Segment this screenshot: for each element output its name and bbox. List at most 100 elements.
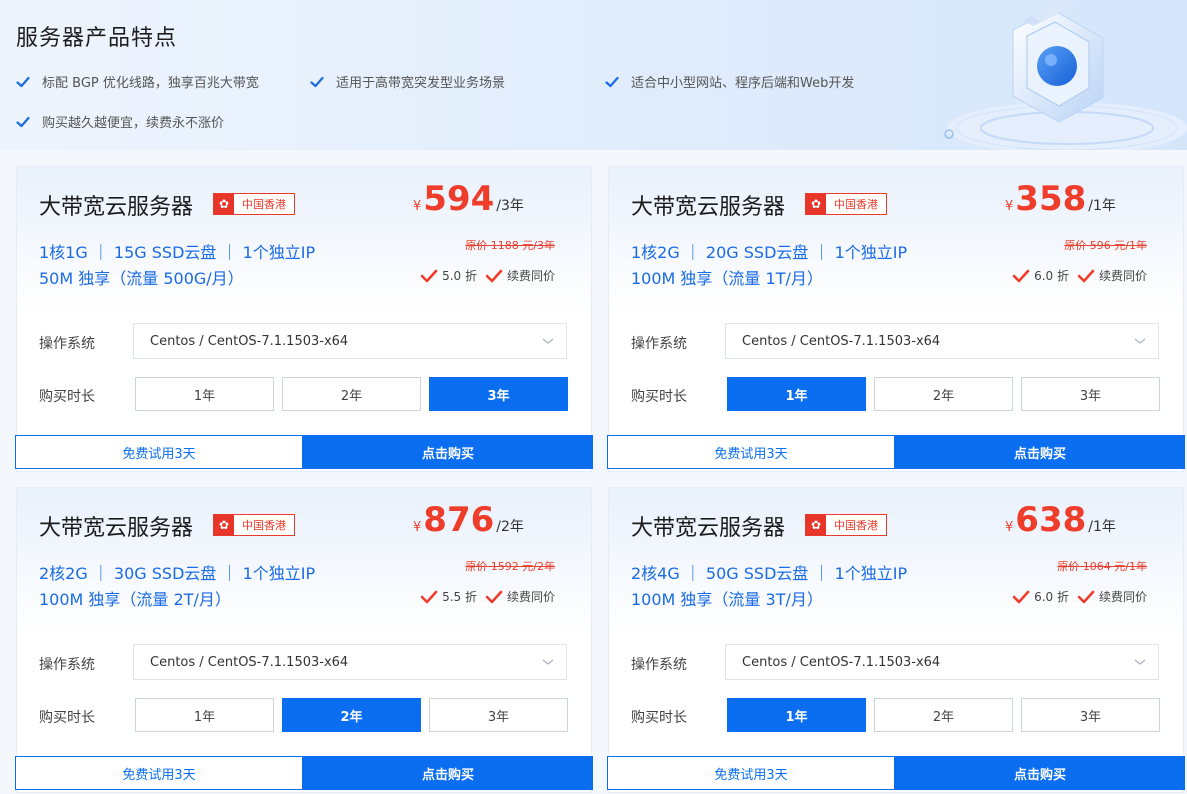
renew-text: 续费同价: [1098, 269, 1147, 283]
check-icon: [1012, 269, 1030, 282]
feature-item: 标配 BGP 优化线路，独享百兆大带宽: [16, 72, 259, 91]
free-trial-button[interactable]: 免费试用3天: [607, 756, 895, 790]
duration-option-1y[interactable]: 1年: [727, 698, 866, 732]
os-select[interactable]: Centos / CentOS-7.1.1503-x64: [725, 644, 1159, 680]
region-badge: ✿ 中国香港: [805, 514, 887, 536]
check-icon: [16, 76, 30, 87]
price-value: 594: [423, 179, 495, 219]
price: ¥ 638 /1年: [1005, 500, 1116, 540]
discount-text: 6.0 折: [1034, 269, 1069, 283]
region-badge: ✿ 中国香港: [213, 514, 295, 536]
currency-symbol: ¥: [1005, 199, 1014, 214]
renew-badge: 续费同价: [1077, 588, 1147, 605]
duration-option-2y[interactable]: 2年: [282, 377, 421, 411]
duration-option-3y[interactable]: 3年: [429, 377, 568, 411]
duration-option-1y[interactable]: 1年: [727, 377, 866, 411]
check-icon: [1077, 590, 1095, 603]
buy-button[interactable]: 点击购买: [303, 435, 593, 469]
feature-item: 购买越久越便宜，续费永不涨价: [16, 112, 224, 131]
price-unit: /1年: [1088, 519, 1116, 535]
cloud-server-illustration: [944, 0, 1187, 150]
product-name: 大带宽云服务器: [39, 195, 194, 220]
region-badge: ✿ 中国香港: [805, 193, 887, 215]
free-trial-button[interactable]: 免费试用3天: [607, 435, 895, 469]
spec-line-2: 50M 独享（流量 500G/月）: [39, 269, 244, 288]
check-icon: [605, 76, 619, 87]
os-value: Centos / CentOS-7.1.1503-x64: [742, 333, 941, 349]
hongkong-flag-icon: ✿: [214, 194, 234, 214]
duration-option-3y[interactable]: 3年: [1021, 698, 1160, 732]
currency-symbol: ¥: [413, 199, 422, 214]
price-unit: /2年: [496, 519, 524, 535]
check-icon: [1077, 269, 1095, 282]
buy-button[interactable]: 点击购买: [895, 435, 1185, 469]
promo-badges: 6.0 折 续费同价: [1004, 267, 1147, 284]
hongkong-flag-icon: ✿: [806, 194, 826, 214]
duration-option-2y[interactable]: 2年: [874, 698, 1013, 732]
os-select[interactable]: Centos / CentOS-7.1.1503-x64: [133, 323, 567, 359]
region-text: 中国香港: [242, 519, 286, 532]
promo-badges: 6.0 折 续费同价: [1004, 588, 1147, 605]
banner-title: 服务器产品特点: [16, 26, 178, 51]
discount-badge: 6.0 折: [1012, 588, 1069, 605]
os-select[interactable]: Centos / CentOS-7.1.1503-x64: [133, 644, 567, 680]
os-label: 操作系统: [631, 336, 687, 352]
duration-option-3y[interactable]: 3年: [1021, 377, 1160, 411]
price: ¥ 876 /2年: [413, 500, 524, 540]
product-name: 大带宽云服务器: [631, 516, 786, 541]
duration-option-1y[interactable]: 1年: [135, 698, 274, 732]
check-icon: [16, 116, 30, 127]
spec-line-1: 2核2G ｜ 30G SSD云盘 ｜ 1个独立IP: [39, 564, 316, 583]
os-select[interactable]: Centos / CentOS-7.1.1503-x64: [725, 323, 1159, 359]
region-badge: ✿ 中国香港: [213, 193, 295, 215]
spec-line-2: 100M 独享（流量 1T/月）: [631, 269, 823, 288]
renew-text: 续费同价: [1098, 590, 1147, 604]
original-price: 原价 1064 元/1年: [1057, 560, 1147, 573]
promo-badges: 5.5 折 续费同价: [412, 588, 555, 605]
renew-badge: 续费同价: [1077, 267, 1147, 284]
price-value: 358: [1015, 179, 1087, 219]
duration-label: 购买时长: [631, 389, 687, 405]
region-text: 中国香港: [834, 519, 878, 532]
free-trial-button[interactable]: 免费试用3天: [15, 435, 303, 469]
duration-label: 购买时长: [39, 710, 95, 726]
duration-option-1y[interactable]: 1年: [135, 377, 274, 411]
renew-text: 续费同价: [506, 590, 555, 604]
buy-button[interactable]: 点击购买: [895, 756, 1185, 790]
duration-option-2y[interactable]: 2年: [282, 698, 421, 732]
price-value: 876: [423, 500, 495, 540]
check-icon: [1012, 590, 1030, 603]
hongkong-flag-icon: ✿: [214, 515, 234, 535]
original-price: 原价 596 元/1年: [1064, 239, 1147, 252]
duration-option-3y[interactable]: 3年: [429, 698, 568, 732]
hongkong-flag-icon: ✿: [806, 515, 826, 535]
chevron-down-icon: [1134, 338, 1146, 344]
os-label: 操作系统: [631, 657, 687, 673]
region-text: 中国香港: [242, 198, 286, 211]
spec-line-1: 2核4G ｜ 50G SSD云盘 ｜ 1个独立IP: [631, 564, 908, 583]
price-unit: /1年: [1088, 198, 1116, 214]
discount-badge: 5.0 折: [420, 267, 477, 284]
chevron-down-icon: [542, 659, 554, 665]
duration-label: 购买时长: [631, 710, 687, 726]
renew-badge: 续费同价: [485, 588, 555, 605]
spec-line-1: 1核2G ｜ 20G SSD云盘 ｜ 1个独立IP: [631, 243, 908, 262]
discount-text: 6.0 折: [1034, 590, 1069, 604]
product-name: 大带宽云服务器: [631, 195, 786, 220]
feature-text: 标配 BGP 优化线路，独享百兆大带宽: [42, 76, 259, 91]
check-icon: [420, 590, 438, 603]
currency-symbol: ¥: [413, 520, 422, 535]
feature-text: 适用于高带宽突发型业务场景: [336, 76, 506, 91]
price-value: 638: [1015, 500, 1087, 540]
check-icon: [310, 76, 324, 87]
renew-text: 续费同价: [506, 269, 555, 283]
feature-item: 适合中小型网站、程序后端和Web开发: [605, 72, 854, 91]
free-trial-button[interactable]: 免费试用3天: [15, 756, 303, 790]
discount-badge: 6.0 折: [1012, 267, 1069, 284]
promo-badges: 5.0 折 续费同价: [412, 267, 555, 284]
buy-button[interactable]: 点击购买: [303, 756, 593, 790]
check-icon: [485, 269, 503, 282]
os-label: 操作系统: [39, 657, 95, 673]
duration-label: 购买时长: [39, 389, 95, 405]
duration-option-2y[interactable]: 2年: [874, 377, 1013, 411]
